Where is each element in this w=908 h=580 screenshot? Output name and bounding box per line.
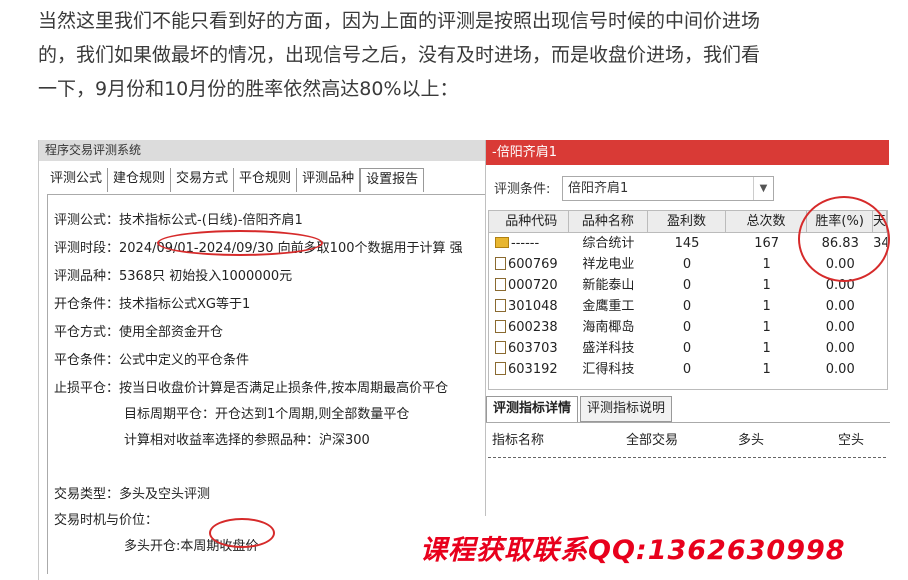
cell-code: 000720 (508, 278, 558, 293)
cell-code: ------ (511, 236, 540, 251)
cell-win: 0 (682, 299, 692, 314)
article-text: 当然这里我们不能只看到好的方面，因为上面的评测是按照出现信号时候的中间价进场 的… (38, 4, 898, 106)
divider (488, 457, 886, 458)
detail-tabs: 评测指标详情 评测指标说明 (486, 396, 674, 422)
cell-name: 祥龙电业 (582, 257, 635, 272)
cell-rate: 0.00 (825, 341, 855, 356)
cell-code: 603703 (508, 341, 558, 356)
table-row[interactable]: 603192 汇得科技 0 1 0.00 (489, 359, 887, 380)
condition-label: 评测条件: (494, 182, 551, 197)
cell-rate: 0.00 (825, 299, 855, 314)
tab-instruments[interactable]: 评测品种 (297, 168, 361, 192)
col-code[interactable]: 品种代码 (489, 211, 569, 232)
folder-icon (495, 237, 509, 248)
tab-indicator-details[interactable]: 评测指标详情 (486, 396, 579, 422)
condition-value: 倍阳齐肩1 (568, 181, 629, 196)
tab-indicator-help[interactable]: 评测指标说明 (580, 396, 673, 422)
cell-total: 1 (762, 362, 771, 377)
article-line-1: 当然这里我们不能只看到好的方面，因为上面的评测是按照出现信号时候的中间价进场 (38, 10, 761, 32)
col-all-trades: 全部交易 (626, 433, 679, 448)
report-close-condition: 平仓条件：公式中定义的平仓条件 (54, 353, 250, 368)
document-icon (495, 341, 506, 354)
cell-win: 0 (682, 320, 692, 335)
watermark-text: 课程获取联系QQ:1362630998 (420, 535, 846, 566)
cell-extra (873, 317, 887, 338)
cell-win: 0 (682, 257, 692, 272)
tab-formula[interactable]: 评测公式 (45, 168, 109, 192)
chevron-down-icon[interactable]: ▼ (753, 177, 773, 200)
document-icon (495, 299, 506, 312)
report-formula: 评测公式：技术指标公式-(日线)-倍阳齐肩1 (54, 213, 303, 228)
tab-open-rules[interactable]: 建仓规则 (108, 168, 172, 192)
cell-extra (873, 275, 887, 296)
cell-extra (873, 359, 887, 380)
test-system-window: 程序交易评测系统 评测公式 建仓规则 交易方式 平仓规则 评测品种 设置报告 评… (39, 140, 485, 580)
cell-win: 145 (674, 236, 700, 251)
cell-win: 0 (682, 278, 692, 293)
annotation-circle-period (157, 230, 323, 256)
cell-total: 167 (754, 236, 780, 251)
col-short: 空头 (838, 433, 865, 448)
table-row[interactable]: 600238 海南椰岛 0 1 0.00 (489, 317, 887, 338)
document-icon (495, 320, 506, 333)
cell-name: 综合统计 (582, 236, 635, 251)
watermark-banner: 课程获取联系QQ:1362630998 (380, 516, 908, 580)
tab-trade-mode[interactable]: 交易方式 (171, 168, 235, 192)
cell-name: 盛洋科技 (582, 341, 635, 356)
window-title: 程序交易评测系统 (39, 140, 485, 161)
report-open-condition: 开仓条件：技术指标公式XG等于1 (54, 297, 251, 312)
report-instruments: 评测品种：5368只 初始投入1000000元 (54, 269, 293, 284)
cell-name: 汇得科技 (582, 362, 635, 377)
annotation-circle-win-rate (798, 196, 890, 282)
col-win[interactable]: 盈利数 (648, 211, 726, 232)
settings-tabs: 评测公式 建仓规则 交易方式 平仓规则 评测品种 设置报告 (45, 168, 425, 192)
cell-rate: 0.00 (825, 362, 855, 377)
article-line-3: 一下，9月份和10月份的胜率依然高达80%以上： (38, 78, 459, 100)
report-trade-type: 交易类型：多头及空头评测 (54, 487, 211, 502)
result-window: -倍阳齐肩1 评测条件: 倍阳齐肩1 ▼ 品种代码 品种名称 盈利数 总次数 胜… (485, 140, 890, 580)
document-icon (495, 278, 506, 291)
cell-extra (873, 338, 887, 359)
cell-total: 1 (762, 278, 771, 293)
cell-name: 金鹰重工 (582, 299, 635, 314)
cell-extra (873, 296, 887, 317)
report-timing: 交易时机与价位： (54, 513, 159, 528)
tab-close-rules[interactable]: 平仓规则 (234, 168, 298, 192)
table-row[interactable]: 603703 盛洋科技 0 1 0.00 (489, 338, 887, 359)
col-long: 多头 (738, 433, 765, 448)
col-name[interactable]: 品种名称 (569, 211, 649, 232)
result-window-title: -倍阳齐肩1 (486, 140, 889, 165)
cell-win: 0 (682, 341, 692, 356)
condition-select[interactable]: 倍阳齐肩1 ▼ (562, 176, 774, 201)
cell-code: 603192 (508, 362, 558, 377)
cell-name: 新能泰山 (582, 278, 635, 293)
table-row[interactable]: 301048 金鹰重工 0 1 0.00 (489, 296, 887, 317)
article-line-2: 的，我们如果做最坏的情况，出现信号之后，没有及时进场，而是收盘价进场，我们看 (38, 44, 761, 66)
cell-rate: 0.00 (825, 320, 855, 335)
report-benchmark: 计算相对收益率选择的参照品种：沪深300 (124, 433, 370, 448)
annotation-circle-close-price (209, 518, 275, 548)
cell-total: 1 (762, 341, 771, 356)
report-stop-loss: 止损平仓：按当日收盘价计算是否满足止损条件,按本周期最高价平仓 (54, 381, 449, 396)
col-total[interactable]: 总次数 (726, 211, 808, 232)
report-position-mode: 平仓方式：使用全部资金开仓 (54, 325, 224, 340)
cell-total: 1 (762, 299, 771, 314)
document-icon (495, 362, 506, 375)
col-indicator-name: 指标名称 (492, 433, 545, 448)
cell-code: 600238 (508, 320, 558, 335)
cell-total: 1 (762, 257, 771, 272)
screenshot: 程序交易评测系统 评测公式 建仓规则 交易方式 平仓规则 评测品种 设置报告 评… (38, 140, 890, 580)
cell-win: 0 (682, 362, 692, 377)
document-icon (495, 257, 506, 270)
cell-name: 海南椰岛 (582, 320, 635, 335)
cell-code: 301048 (508, 299, 558, 314)
report-target-close: 目标周期平仓：开仓达到1个周期,则全部数量平仓 (124, 407, 410, 422)
cell-code: 600769 (508, 257, 558, 272)
tab-report[interactable]: 设置报告 (360, 168, 425, 192)
cell-total: 1 (762, 320, 771, 335)
